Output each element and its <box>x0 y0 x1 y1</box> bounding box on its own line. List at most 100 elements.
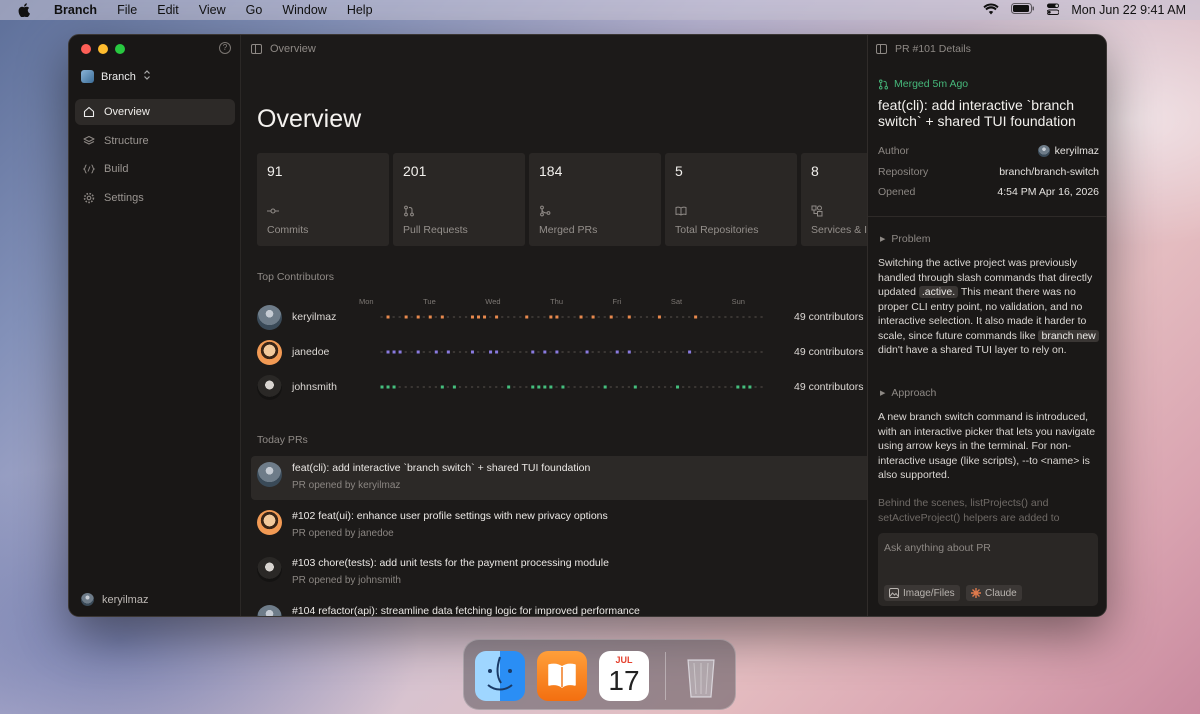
activity-cell <box>489 386 492 388</box>
sidebar-item-structure[interactable]: Structure <box>75 128 235 154</box>
contributor-row[interactable]: janedoe 49 contributors <box>257 339 867 365</box>
activity-cell <box>712 386 715 388</box>
trash-icon[interactable] <box>676 651 726 701</box>
divider <box>868 216 1106 217</box>
activity-cell <box>615 386 618 388</box>
menu-file[interactable]: File <box>117 3 137 17</box>
stat-card-merged-prs[interactable]: 184 Merged PRs <box>529 153 661 246</box>
activity-cell <box>519 316 522 318</box>
stat-card-services[interactable]: 8 Services & I <box>801 153 867 246</box>
wifi-icon[interactable] <box>983 2 999 18</box>
menu-clock[interactable]: Mon Jun 22 9:41 AM <box>1071 3 1186 17</box>
calendar-icon[interactable]: JUL 17 <box>599 651 649 701</box>
activity-cell <box>760 316 763 318</box>
approach-section-toggle[interactable]: ▶ Approach <box>880 387 936 399</box>
finder-icon[interactable] <box>475 651 525 701</box>
merge-icon <box>540 205 551 217</box>
activity-cell <box>470 386 474 388</box>
pr-list-item[interactable]: #102 feat(ui): enhance user profile sett… <box>251 504 867 548</box>
avatar <box>257 304 282 330</box>
activity-cell-active <box>688 350 692 354</box>
services-icon <box>811 205 823 217</box>
chat-input-box[interactable]: Ask anything about PR Image/Files Claude <box>878 533 1098 606</box>
contributors-section-title: Top Contributors <box>257 271 335 283</box>
menu-help[interactable]: Help <box>347 3 373 17</box>
current-user[interactable]: keryilmaz <box>81 593 148 606</box>
apple-menu-icon[interactable] <box>18 3 30 17</box>
minimize-window-button[interactable] <box>98 44 108 54</box>
attach-files-button[interactable]: Image/Files <box>884 585 960 601</box>
activity-cell <box>663 386 667 388</box>
stat-value: 5 <box>675 163 683 179</box>
activity-cell-active <box>585 350 589 354</box>
meta-value[interactable]: branch/branch-switch <box>999 166 1099 178</box>
activity-cell-active <box>416 350 420 354</box>
activity-cell-active <box>386 385 390 389</box>
meta-key: Author <box>878 145 909 157</box>
problem-section-toggle[interactable]: ▶ Problem <box>880 233 931 245</box>
activity-cell <box>507 351 510 353</box>
activity-cell <box>657 351 661 353</box>
menu-edit[interactable]: Edit <box>157 3 179 17</box>
menu-view[interactable]: View <box>199 3 226 17</box>
activity-cell-active <box>428 315 432 319</box>
activity-cell <box>609 351 612 353</box>
pr-list-item[interactable]: #104 refactor(api): streamline data fetc… <box>251 599 867 616</box>
activity-cell <box>422 316 425 318</box>
activity-cell-active <box>549 385 553 389</box>
sidebar-toggle-icon[interactable] <box>251 44 262 54</box>
books-icon[interactable] <box>537 651 587 701</box>
activity-cell <box>501 386 504 388</box>
activity-cell <box>706 386 709 388</box>
control-center-icon[interactable] <box>1046 3 1060 18</box>
stat-card-pull-requests[interactable]: 201 Pull Requests <box>393 153 525 246</box>
activity-cell <box>585 316 588 318</box>
meta-key: Opened <box>878 186 916 198</box>
activity-cell <box>458 351 462 353</box>
activity-cell-active <box>380 385 384 389</box>
activity-cell <box>627 386 630 388</box>
activity-cell <box>736 316 739 318</box>
help-icon[interactable]: ? <box>219 42 231 54</box>
activity-cell <box>597 386 600 388</box>
menu-go[interactable]: Go <box>246 3 263 17</box>
zoom-window-button[interactable] <box>115 44 125 54</box>
activity-cell <box>688 386 691 388</box>
contributor-row[interactable]: keryilmaz 49 contributors <box>257 304 867 330</box>
pr-list-item[interactable]: feat(cli): add interactive `branch switc… <box>251 456 867 500</box>
sidebar-item-build[interactable]: Build <box>75 156 235 182</box>
menu-app-name[interactable]: Branch <box>54 3 97 17</box>
activity-cell <box>483 386 486 388</box>
avatar <box>257 462 282 487</box>
activity-cell-active <box>525 315 529 319</box>
battery-icon[interactable] <box>1011 3 1035 17</box>
activity-cell <box>483 351 486 353</box>
panel-toggle-icon[interactable] <box>876 44 887 54</box>
activity-cell <box>754 386 757 388</box>
activity-strip <box>380 315 763 319</box>
menu-window[interactable]: Window <box>282 3 326 17</box>
activity-cell <box>742 351 745 353</box>
commit-icon <box>267 208 279 214</box>
code-icon <box>83 164 95 174</box>
pr-list-item[interactable]: #103 chore(tests): add unit tests for th… <box>251 551 867 595</box>
meta-value[interactable]: keryilmaz <box>1055 145 1099 157</box>
menu-bar: Branch File Edit View Go Window Help Mon… <box>0 0 1200 20</box>
activity-cell <box>561 351 564 353</box>
pr-title: #103 chore(tests): add unit tests for th… <box>292 557 609 569</box>
stat-label: Total Repositories <box>675 224 759 236</box>
close-window-button[interactable] <box>81 44 91 54</box>
sidebar-item-settings[interactable]: Settings <box>75 185 235 211</box>
activity-cell <box>688 316 691 318</box>
workspace-switcher[interactable]: Branch <box>81 70 151 83</box>
activity-cell <box>434 386 437 388</box>
activity-cell <box>621 351 624 353</box>
activity-cell-active <box>398 350 402 354</box>
stat-card-commits[interactable]: 91 Commits <box>257 153 389 246</box>
model-selector-button[interactable]: Claude <box>966 585 1022 601</box>
contributor-row[interactable]: johnsmith 49 contributors <box>257 374 867 400</box>
sidebar-item-overview[interactable]: Overview <box>75 99 235 125</box>
activity-cell <box>464 351 468 353</box>
activity-cell-active <box>386 350 390 354</box>
stat-card-total-repositories[interactable]: 5 Total Repositories <box>665 153 797 246</box>
